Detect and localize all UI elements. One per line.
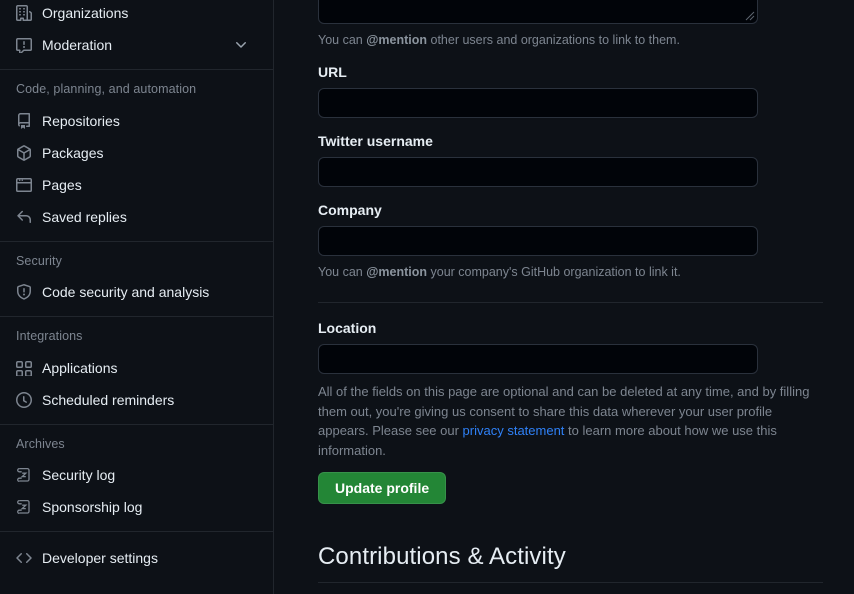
bio-textarea[interactable] [318,0,758,24]
organization-icon [16,5,32,21]
sidebar-item-label: Sponsorship log [42,499,143,515]
company-label: Company [318,202,382,218]
sidebar-item-label: Applications [42,359,118,376]
log-icon [16,499,32,515]
settings-sidebar: Organizations Moderation Code, planning,… [0,0,274,594]
sidebar-group-integrations: Integrations Applications Scheduled remi… [0,317,257,416]
chevron-down-icon[interactable] [233,37,249,53]
twitter-username-input[interactable] [318,157,758,187]
sidebar-item-saved-replies[interactable]: Saved replies [0,201,257,233]
sidebar-group-archives: Archives Security log Sponsorship log [0,425,257,524]
sidebar-item-organizations[interactable]: Organizations [0,0,257,29]
sidebar-group-code: Code, planning, and automation Repositor… [0,70,257,233]
package-icon [16,144,32,161]
clock-icon [16,391,32,408]
company-help-suffix: your company's GitHub organization to li… [427,265,681,279]
form-divider [318,302,823,303]
twitter-field-block: Twitter username [318,132,824,187]
sidebar-item-packages[interactable]: Packages [0,137,257,169]
company-field-block: Company You can @mention your company's … [318,201,824,281]
company-help-prefix: You can [318,265,367,279]
resize-handle-icon[interactable] [745,11,755,21]
sidebar-item-label: Repositories [42,112,120,129]
url-input[interactable] [318,88,758,118]
twitter-username-label: Twitter username [318,133,433,149]
bio-help-text: You can @mention other users and organiz… [318,31,824,49]
bio-field-block: You can @mention other users and organiz… [318,0,824,49]
url-label: URL [318,64,347,80]
company-help-text: You can @mention your company's GitHub o… [318,263,824,281]
sidebar-item-developer-settings[interactable]: Developer settings [0,542,257,574]
sidebar-item-moderation[interactable]: Moderation [0,29,257,61]
sidebar-item-label: Developer settings [42,550,158,566]
sidebar-item-label: Moderation [42,37,113,53]
reply-icon [16,209,32,225]
sidebar-item-code-security-and-analysis[interactable]: Code security and analysis [0,276,257,308]
bio-help-prefix: You can [318,33,367,47]
sidebar-item-sponsorship-log[interactable]: Sponsorship log [0,491,257,523]
log-icon [16,467,32,483]
company-input[interactable] [318,226,758,256]
sidebar-group-title: Code, planning, and automation [16,82,197,96]
sidebar-item-label: Packages [42,144,104,161]
mention-keyword: @mention [366,33,428,47]
sidebar-group-security: Security Code security and analysis [0,242,257,309]
consent-text: All of the fields on this page are optio… [318,382,818,460]
sidebar-group-title: Security [16,253,62,268]
browser-icon [16,177,32,193]
contributions-heading-rule [318,582,823,583]
repo-icon [16,112,32,129]
shield-icon [16,284,32,300]
location-field-block: Location [318,319,824,374]
bio-help-suffix: other users and organizations to link to… [427,33,680,47]
sidebar-item-label: Saved replies [42,208,127,225]
sidebar-item-label: Pages [42,176,82,193]
report-icon [16,37,32,53]
code-icon [16,550,32,566]
update-profile-button[interactable]: Update profile [318,472,447,504]
profile-settings-main: You can @mention other users and organiz… [274,0,854,594]
location-label: Location [318,320,377,336]
url-field-block: URL [318,63,824,118]
sidebar-group-title: Integrations [16,329,83,343]
sidebar-group-title: Archives [16,436,65,451]
settings-page: Organizations Moderation Code, planning,… [0,0,854,594]
sidebar-group-developer: Developer settings [0,532,257,574]
location-input[interactable] [318,344,758,374]
mention-keyword: @mention [366,265,428,279]
sidebar-group-account: Organizations Moderation [0,0,257,61]
contributions-activity-heading: Contributions & Activity [318,543,566,570]
sidebar-item-label: Security log [42,467,116,483]
sidebar-item-label: Organizations [42,5,129,21]
sidebar-item-applications[interactable]: Applications [0,352,257,384]
sidebar-item-security-log[interactable]: Security log [0,459,257,491]
sidebar-item-pages[interactable]: Pages [0,169,257,201]
apps-grid-icon [16,360,32,376]
sidebar-item-scheduled-reminders[interactable]: Scheduled reminders [0,384,257,416]
sidebar-item-label: Scheduled reminders [42,391,175,408]
privacy-statement-link[interactable]: privacy statement [463,423,565,438]
sidebar-item-label: Code security and analysis [42,284,210,300]
sidebar-item-repositories[interactable]: Repositories [0,105,257,137]
